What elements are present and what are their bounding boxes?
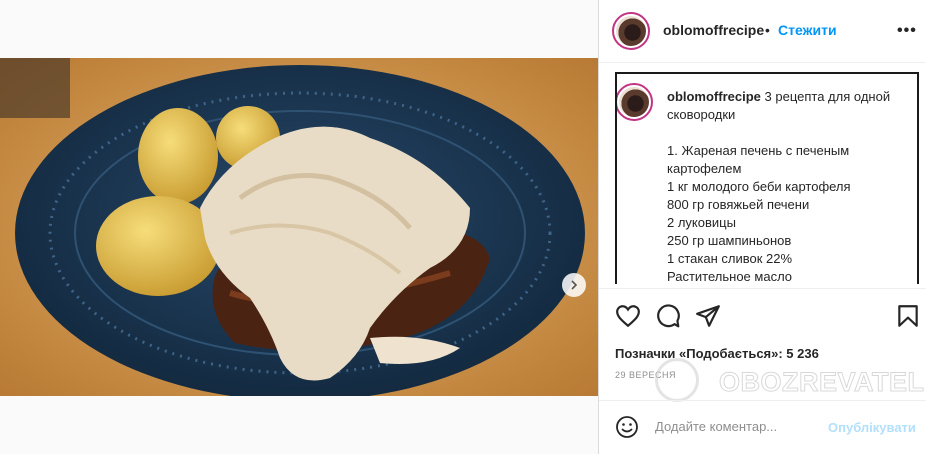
carousel-next-button[interactable]: [562, 273, 586, 297]
caption-line: [667, 124, 913, 142]
publish-button[interactable]: Опублікувати: [828, 420, 916, 435]
post-header: oblomoffrecipe • Стежити •••: [599, 0, 926, 63]
post-side-panel: oblomoffrecipe • Стежити ••• oblomoffrec…: [598, 0, 926, 454]
caption-line: Растительное масло: [667, 269, 793, 284]
avatar[interactable]: [616, 16, 646, 46]
action-bar: [599, 288, 926, 345]
like-heart-icon[interactable]: [615, 303, 641, 329]
follow-button[interactable]: Стежити: [778, 22, 837, 38]
caption-text: oblomoffrecipe 3 рецепта для одной сково…: [667, 88, 913, 284]
separator-dot: •: [765, 22, 770, 38]
emoji-icon[interactable]: [615, 415, 639, 439]
post-username[interactable]: oblomoffrecipe: [663, 22, 764, 38]
food-photo: [0, 58, 598, 396]
watermark-text: OBOZREVATEL: [719, 367, 925, 398]
watermark-circle: [655, 358, 699, 402]
add-comment-bar: Опублікувати: [599, 400, 926, 455]
caption-line: 2 луковицы: [667, 215, 736, 230]
post-image[interactable]: [0, 58, 598, 396]
watermark-logo: OBOZREVATEL: [655, 358, 925, 404]
share-icon[interactable]: [695, 303, 721, 329]
comment-icon[interactable]: [655, 303, 681, 329]
caption-line: 1 кг молодого беби картофеля: [667, 179, 851, 194]
caption-line: 1. Жареная печень с печеным: [667, 143, 850, 158]
caption-line: 1 стакан сливок 22%: [667, 251, 793, 266]
bookmark-icon[interactable]: [895, 303, 921, 329]
caption-line: картофелем: [667, 161, 742, 176]
comment-input[interactable]: [655, 419, 825, 434]
caption-line: 800 гр говяжьей печени: [667, 197, 810, 212]
caption-avatar[interactable]: [619, 87, 649, 117]
caption-line: 250 гр шампиньонов: [667, 233, 792, 248]
caption-username[interactable]: oblomoffrecipe: [667, 89, 761, 104]
more-options-button[interactable]: •••: [897, 22, 917, 40]
caption-area: oblomoffrecipe 3 рецепта для одной сково…: [615, 72, 919, 284]
chevron-right-icon: [571, 280, 578, 290]
